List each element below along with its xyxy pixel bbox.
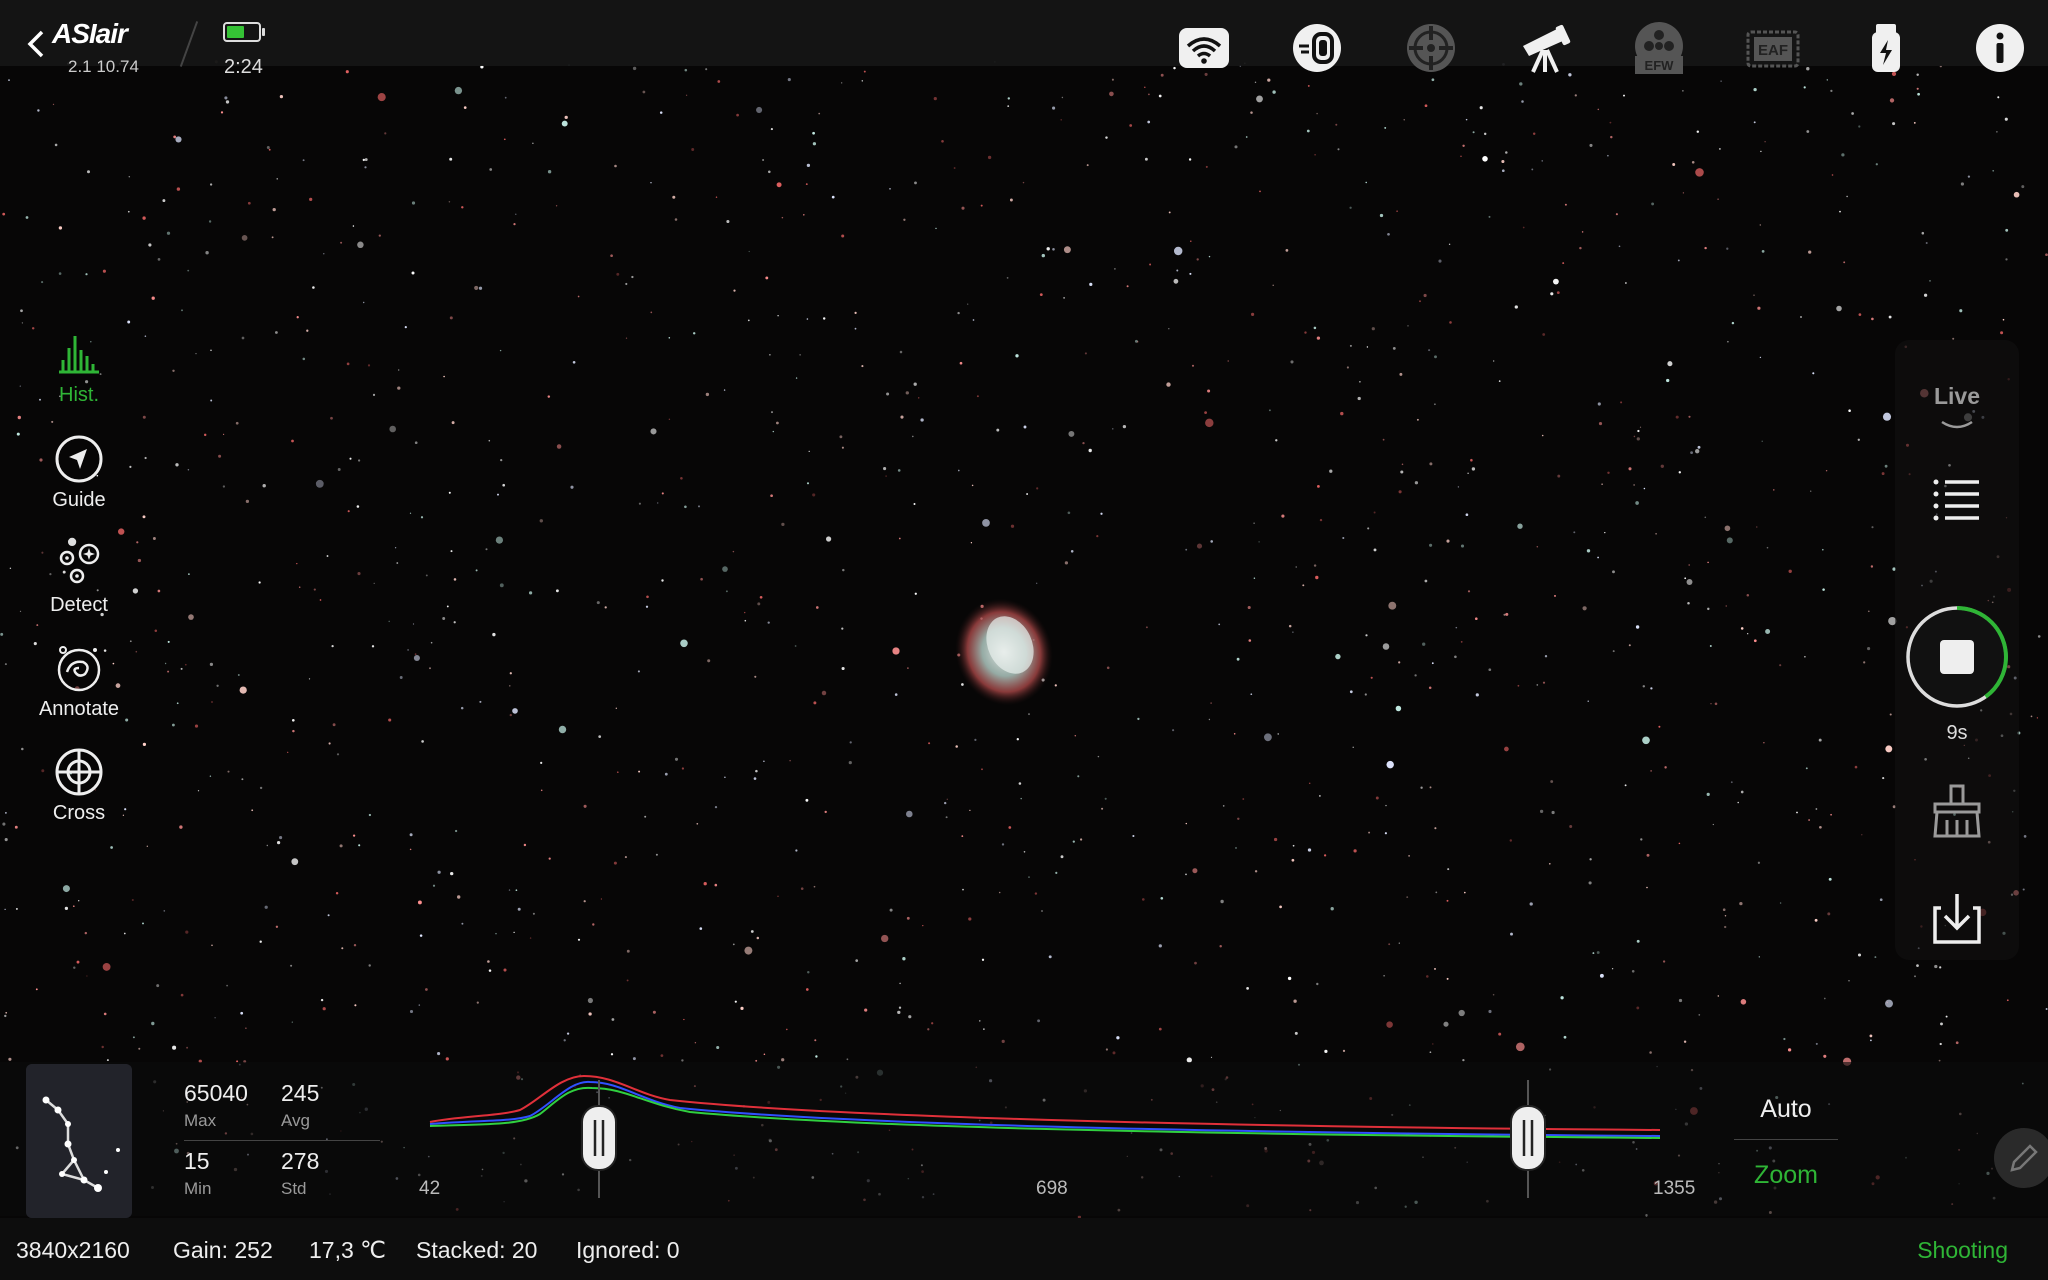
battery-icon	[223, 22, 265, 42]
guide-scope-icon[interactable]	[1401, 18, 1461, 78]
svg-text:EAF: EAF	[1758, 42, 1788, 59]
histogram-axis-mid: 698	[1036, 1178, 1068, 1199]
svg-text:EFW: EFW	[1645, 58, 1675, 73]
stat-min: 15 Min	[184, 1148, 211, 1199]
info-icon[interactable]	[1970, 18, 2030, 78]
divider	[1734, 1139, 1838, 1140]
usb-power-icon[interactable]	[1856, 18, 1916, 78]
stat-value: 278	[281, 1148, 320, 1174]
top-bar	[0, 0, 2048, 66]
focuser-icon[interactable]: EAF	[1743, 18, 1803, 78]
stat-label: Avg	[281, 1111, 310, 1130]
stat-value: 65040	[184, 1080, 248, 1106]
chevron-down-icon[interactable]	[1940, 418, 1974, 434]
gain-text: Gain: 252	[173, 1237, 273, 1263]
tool-detect[interactable]: Detect	[30, 538, 128, 638]
wifi-icon[interactable]	[1174, 18, 1234, 78]
status-bar	[0, 1218, 2048, 1280]
version-text: 2.1 10.74	[68, 57, 139, 76]
tool-histogram[interactable]: Hist.	[30, 328, 128, 428]
tool-label: Annotate	[38, 698, 120, 720]
stop-button[interactable]	[1904, 604, 2010, 710]
battery-time: 2:24	[224, 56, 263, 78]
resolution-text: 3840x2160	[16, 1237, 130, 1263]
list-icon[interactable]	[1925, 468, 1989, 532]
camera-icon[interactable]	[1287, 18, 1347, 78]
download-icon[interactable]	[1925, 886, 1989, 950]
tool-guide[interactable]: Guide	[30, 433, 128, 533]
stats-divider	[184, 1140, 380, 1141]
pencil-icon[interactable]	[1994, 1128, 2048, 1188]
detect-stars-icon	[59, 543, 100, 584]
histogram-axis-min: 42	[419, 1178, 441, 1199]
filter-wheel-icon[interactable]: EFW	[1629, 18, 1689, 78]
stop-icon	[1940, 640, 1974, 674]
stat-std: 278 Std	[281, 1148, 319, 1199]
histogram-axis-max: 1355	[1653, 1178, 1696, 1199]
ignored-count: Ignored: 0	[576, 1237, 680, 1263]
shooting-status: Shooting	[1917, 1237, 2008, 1263]
live-mode-label[interactable]: Live	[1895, 383, 2019, 410]
tool-label: Cross	[52, 802, 106, 824]
stat-avg: 245 Avg	[281, 1080, 319, 1131]
tool-label: Hist.	[59, 384, 99, 406]
tool-label: Guide	[52, 489, 106, 511]
stat-value: 15	[184, 1148, 210, 1174]
sweep-icon[interactable]	[1925, 780, 1989, 844]
stat-label: Std	[281, 1179, 307, 1198]
tool-cross[interactable]: Cross	[30, 746, 128, 846]
auto-stretch-button[interactable]: Auto	[1734, 1095, 1838, 1124]
guide-icon	[55, 435, 103, 483]
white-point-handle	[1510, 1105, 1546, 1171]
back-icon[interactable]	[22, 24, 50, 64]
stat-label: Max	[184, 1111, 217, 1130]
crosshair-icon	[55, 748, 103, 796]
zoom-button[interactable]: Zoom	[1734, 1161, 1838, 1190]
stat-value: 245	[281, 1080, 320, 1106]
annotate-galaxy-icon	[57, 646, 101, 692]
tool-label: Detect	[50, 594, 108, 616]
tool-annotate[interactable]: Annotate	[30, 642, 128, 742]
telescope-mount-icon[interactable]	[1515, 18, 1575, 78]
stat-max: 65040 Max	[184, 1080, 248, 1131]
constellation-minimap[interactable]	[26, 1064, 132, 1218]
temperature-text: 17,3 ℃	[309, 1237, 386, 1263]
stacked-count: Stacked: 20	[416, 1237, 538, 1263]
black-point-handle	[581, 1105, 617, 1171]
stat-label: Min	[184, 1179, 212, 1198]
histogram-icon	[59, 336, 99, 374]
exposure-countdown: 9s	[1946, 722, 1968, 744]
app-logo: ASIair	[52, 18, 128, 49]
